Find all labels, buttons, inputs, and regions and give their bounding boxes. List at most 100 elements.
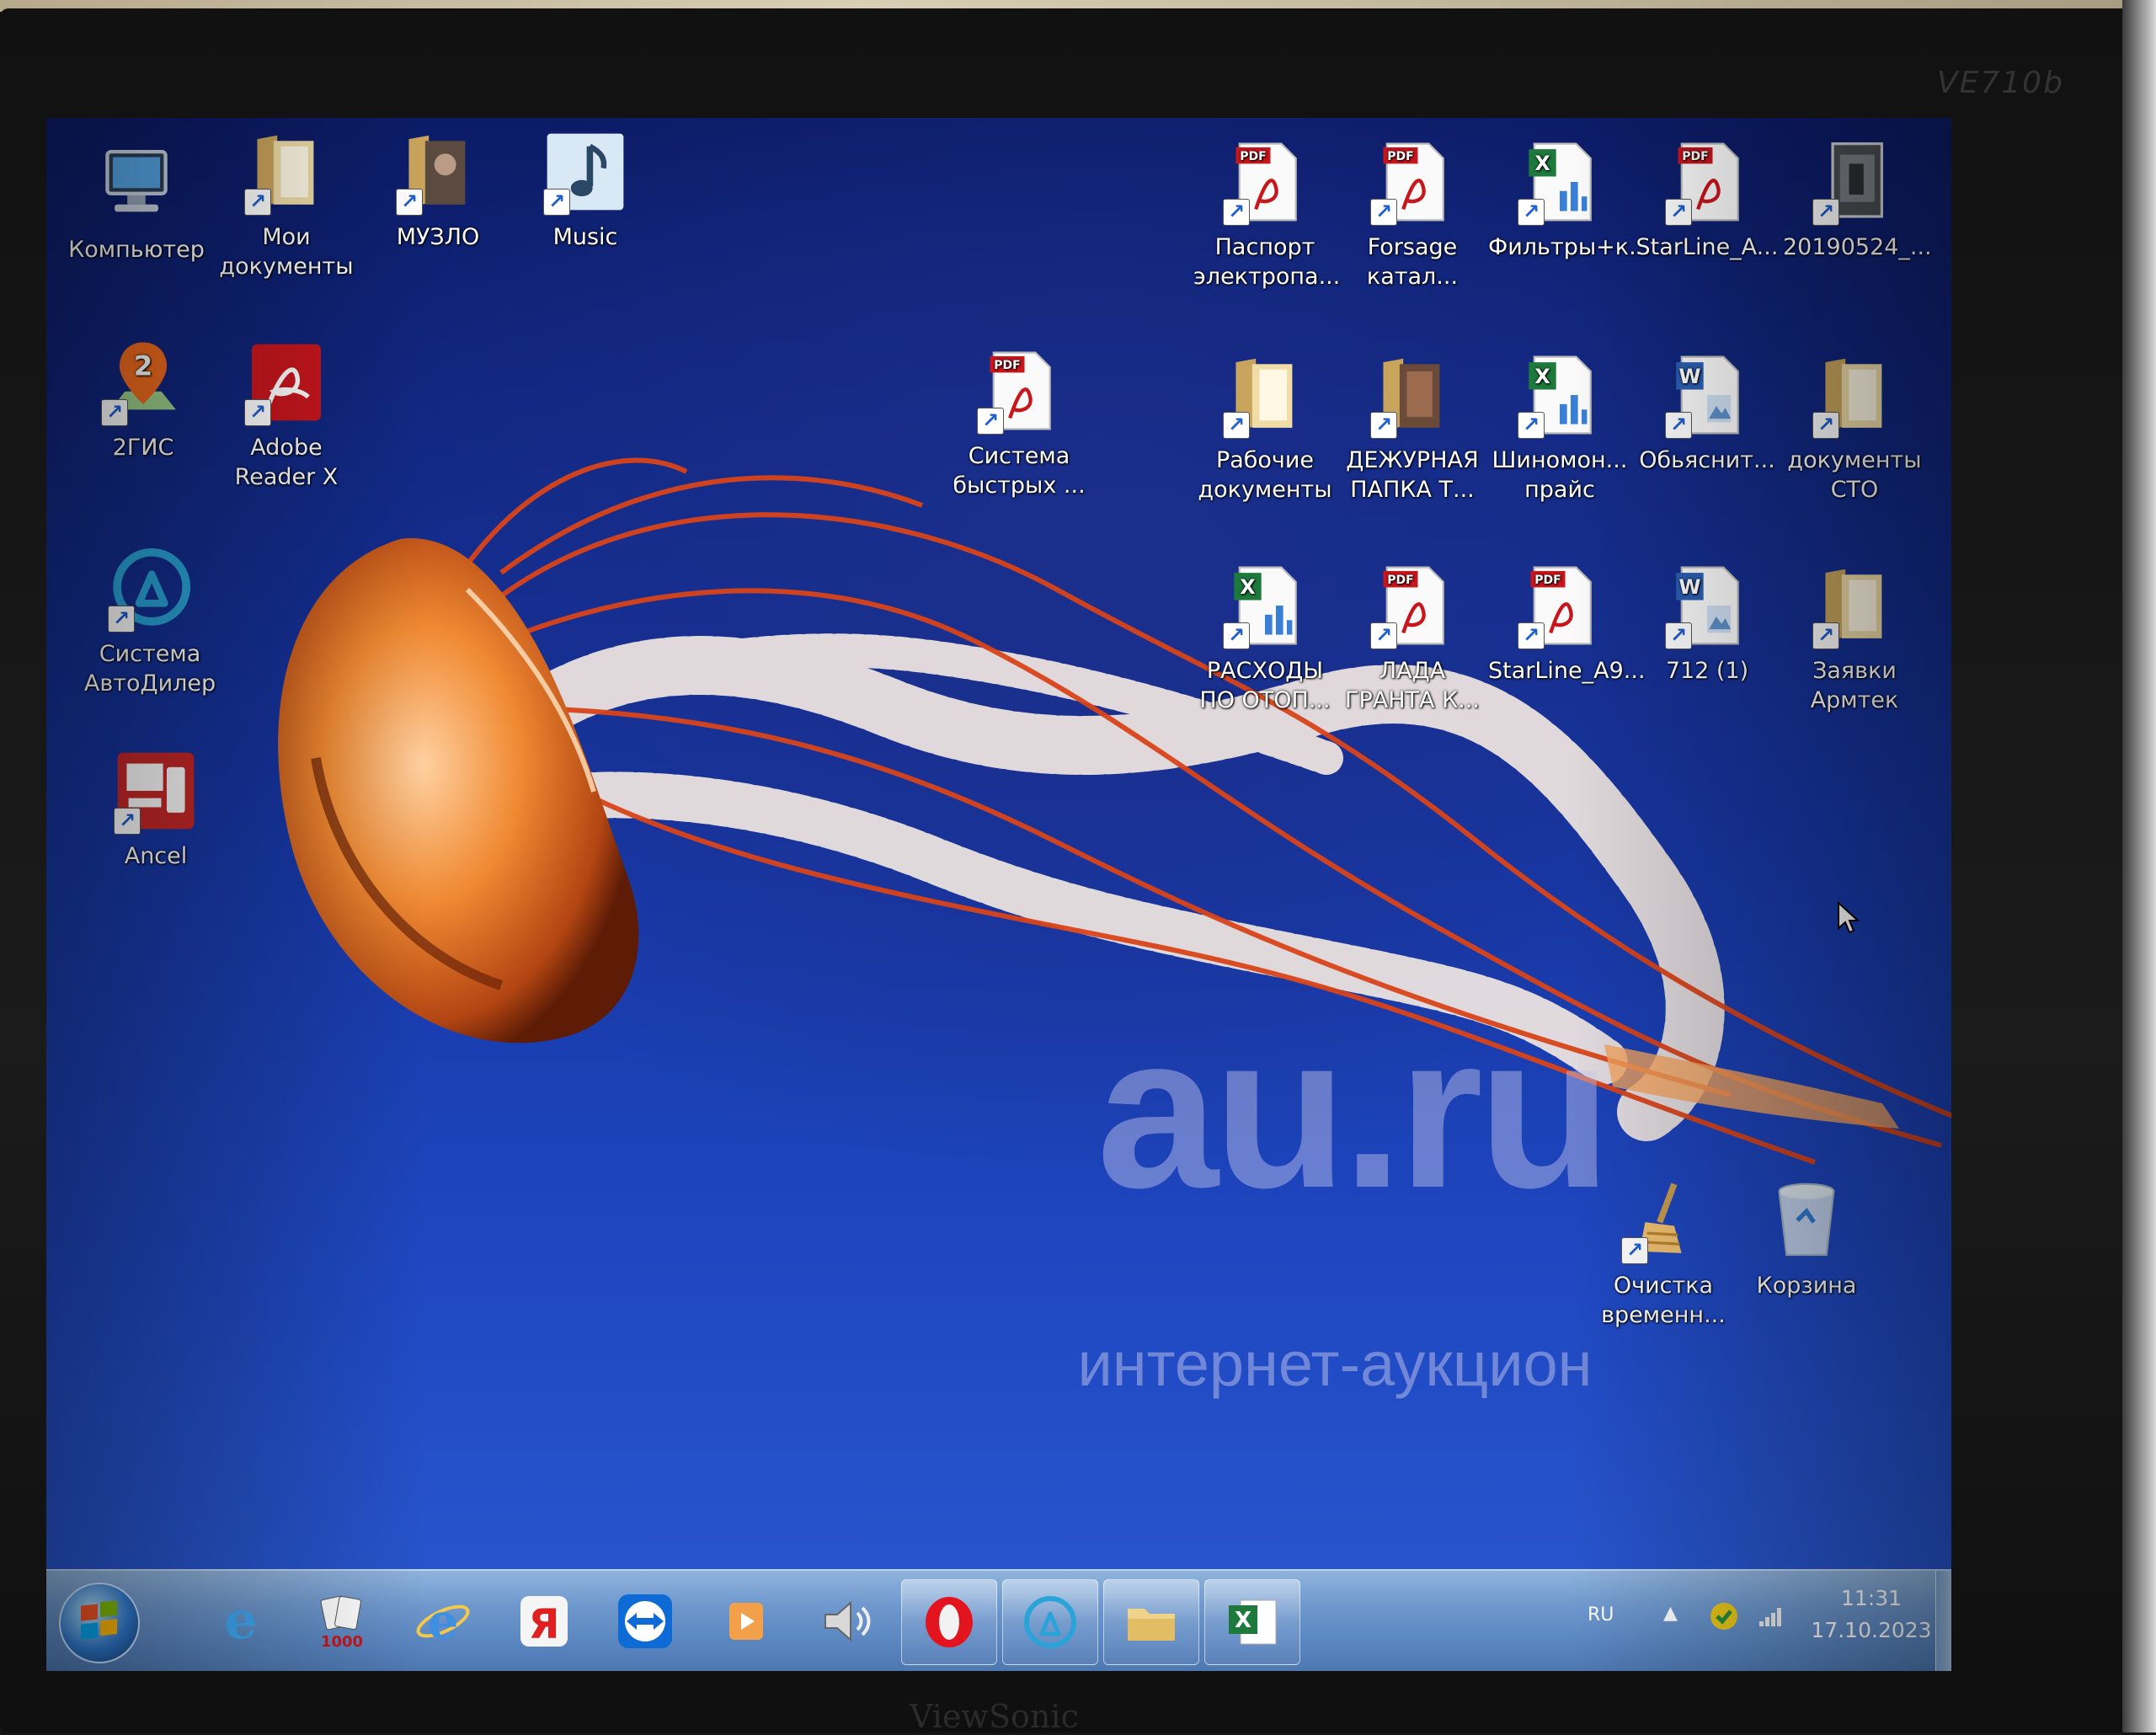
desktop-icon-label: Фильтры+к... (1488, 234, 1651, 260)
word-icon: W ↗ (1662, 350, 1753, 440)
desktop-icon-autodealer[interactable]: ↗ Система АвтоДилер (78, 543, 221, 698)
taskbar-solitaire[interactable]: 1000 (295, 1579, 389, 1663)
desktop-icon-tire-price-excel[interactable]: X ↗ Шиномон... прайс (1488, 350, 1631, 504)
folder-icon: ↗ (1809, 560, 1900, 651)
pdf-icon: PDF ↗ (1662, 136, 1753, 227)
network-signal-icon[interactable] (1758, 1603, 1786, 1628)
desktop-icon-temp-cleanup[interactable]: ↗ Очистка временн... (1592, 1175, 1735, 1330)
desktop-icon-712-word[interactable]: W ↗ 712 (1) (1636, 560, 1779, 686)
desktop-icon-my-documents[interactable]: ↗ Мои документы (215, 126, 358, 281)
desktop-screen: au.ru интернет-аукцион Компьютер ↗ Мои д… (46, 118, 1951, 1671)
desktop-icon-explanation-word[interactable]: W ↗ Обьяснит... (1636, 350, 1779, 475)
svg-text:1000: 1000 (321, 1633, 363, 1651)
media-player-icon (729, 1603, 763, 1640)
desktop-icon-duty-folder[interactable]: ↗ ДЕЖУРНАЯ ПАПКА Т... (1341, 350, 1484, 504)
desktop-icon-photo-20190524[interactable]: ↗ 20190524_... (1783, 136, 1932, 262)
desktop-icon-work-documents[interactable]: ↗ Рабочие документы (1193, 350, 1337, 504)
taskbar-teamviewer[interactable] (598, 1579, 692, 1663)
folder-icon: ↗ (1809, 350, 1900, 440)
show-hidden-icons-button[interactable]: ▲ (1663, 1603, 1678, 1624)
shortcut-arrow-icon: ↗ (244, 399, 271, 426)
svg-text:PDF: PDF (1682, 150, 1709, 163)
clock-date[interactable]: 17.10.2023 (1808, 1618, 1935, 1642)
svg-text:PDF: PDF (994, 359, 1021, 372)
shortcut-arrow-icon: ↗ (977, 408, 1004, 435)
desktop-icon-label: StarLine_A... (1636, 234, 1779, 260)
monitor-model-label: VE710b (1937, 66, 2064, 100)
taskbar-opera[interactable] (901, 1579, 997, 1665)
svg-text:PDF: PDF (1387, 574, 1414, 587)
shortcut-arrow-icon: ↗ (1812, 199, 1839, 226)
desktop-icon-2gis[interactable]: 2 ↗ 2ГИС (72, 337, 215, 462)
start-button[interactable] (59, 1583, 140, 1663)
svg-text:Я: Я (529, 1601, 560, 1648)
desktop-icon-label: Music (552, 224, 618, 250)
desktop-icon-label: ДЕЖУРНАЯ ПАПКА Т... (1346, 447, 1479, 503)
desktop-icon-rapid-system-pdf[interactable]: PDF ↗ Система быстрых ... (947, 345, 1091, 500)
svg-text:2: 2 (134, 350, 153, 382)
taskbar-ie-pinned[interactable]: e (194, 1579, 288, 1663)
desktop-icon-armtek-orders[interactable]: ↗ Заявки Армтек (1783, 560, 1926, 715)
system-tray: RU ▲ 11:31 17.10.2023 (1581, 1571, 1951, 1671)
desktop-icon-filters-excel[interactable]: X ↗ Фильтры+к... (1488, 136, 1651, 262)
update-shield-icon[interactable] (1707, 1599, 1741, 1633)
clock-time[interactable]: 11:31 (1808, 1586, 1935, 1610)
taskbar-yandex-browser[interactable]: Я (497, 1579, 591, 1663)
word-icon: W ↗ (1662, 560, 1753, 651)
desktop-icon-adobe-reader[interactable]: ↗ Adobe Reader X (215, 337, 358, 492)
map-pin-icon: 2 ↗ (98, 337, 189, 428)
desktop-icon-starline-a9-pdf[interactable]: PDF ↗ StarLine_A9... (1488, 560, 1646, 686)
desktop-icon-sto-documents[interactable]: ↗ документы СТО (1783, 350, 1926, 504)
desktop-icon-label: Adobe Reader X (234, 435, 339, 490)
folder-icon (1128, 1609, 1175, 1641)
shortcut-arrow-icon: ↗ (543, 189, 570, 216)
svg-text:PDF: PDF (1534, 574, 1561, 587)
language-indicator[interactable]: RU (1588, 1604, 1614, 1626)
ancel-icon: ↗ (110, 745, 201, 836)
desktop-icon-label: Мои документы (219, 224, 354, 280)
taskbar-excel[interactable]: X (1204, 1579, 1300, 1665)
solitaire-1000-icon: 1000 (320, 1595, 363, 1651)
svg-text:e: e (224, 1591, 257, 1651)
desktop-icon-lada-granta-pdf[interactable]: PDF ↗ ЛАДА ГРАНТА К... (1341, 560, 1484, 715)
desktop-icon-label: Заявки Армтек (1810, 658, 1899, 713)
excel-icon: X (1229, 1599, 1277, 1645)
shortcut-arrow-icon: ↗ (108, 606, 135, 633)
shortcut-arrow-icon: ↗ (1665, 412, 1692, 439)
svg-text:W: W (1678, 365, 1700, 388)
mouse-cursor-icon (1838, 901, 1860, 934)
desktop-icon-recycle-bin[interactable]: Корзина (1735, 1175, 1878, 1300)
autodealer-icon: ↗ (104, 543, 195, 634)
taskbar-explorer[interactable] (1103, 1579, 1199, 1665)
desktop-icon-label: Шиномон... прайс (1492, 447, 1628, 503)
shortcut-arrow-icon: ↗ (244, 189, 271, 216)
desktop-icon-forsage-pdf[interactable]: PDF ↗ Forsage катал... (1341, 136, 1484, 291)
excel-icon: X ↗ (1219, 560, 1310, 651)
room-wall (2122, 0, 2156, 1732)
pdf-icon: PDF ↗ (974, 345, 1065, 436)
show-desktop-button[interactable] (1935, 1571, 1951, 1671)
desktop-icon-label: Рабочие документы (1198, 447, 1332, 503)
taskbar-autodealer[interactable] (1002, 1579, 1098, 1665)
pdf-icon: PDF ↗ (1219, 136, 1310, 227)
shortcut-arrow-icon: ↗ (1223, 199, 1250, 226)
taskbar-ie[interactable]: e (396, 1579, 490, 1663)
desktop-icon-label: Система быстрых ... (953, 443, 1086, 499)
desktop-icon-computer[interactable]: Компьютер (65, 139, 208, 264)
volume-icon (825, 1600, 871, 1642)
desktop-icon-muzlo[interactable]: ↗ МУЗЛО (366, 126, 510, 252)
shortcut-arrow-icon: ↗ (1621, 1237, 1648, 1264)
desktop-icon-label: Система АвтоДилер (83, 641, 216, 697)
taskbar-media-player[interactable] (699, 1579, 793, 1663)
desktop-icon-label: документы СТО (1787, 447, 1922, 503)
desktop-icon-ancel[interactable]: ↗ Ancel (84, 745, 227, 871)
recycle-bin-icon (1761, 1175, 1852, 1266)
shortcut-arrow-icon: ↗ (1370, 412, 1397, 439)
taskbar-volume[interactable] (800, 1579, 894, 1663)
desktop-icon-music[interactable]: ↗ Music (514, 126, 657, 252)
desktop-icon-starline-pdf[interactable]: PDF ↗ StarLine_A... (1636, 136, 1779, 262)
desktop-icon-heating-expenses-excel[interactable]: X ↗ РАСХОДЫ ПО ОТОП... (1193, 560, 1337, 715)
desktop-icon-passport-pdf[interactable]: PDF ↗ Паспорт электропа... (1193, 136, 1340, 291)
desktop-icon-label: Компьютер (68, 237, 205, 263)
taskbar: e 1000 e Я X RU ▲ 11:31 17.10.2023 (46, 1569, 1951, 1671)
